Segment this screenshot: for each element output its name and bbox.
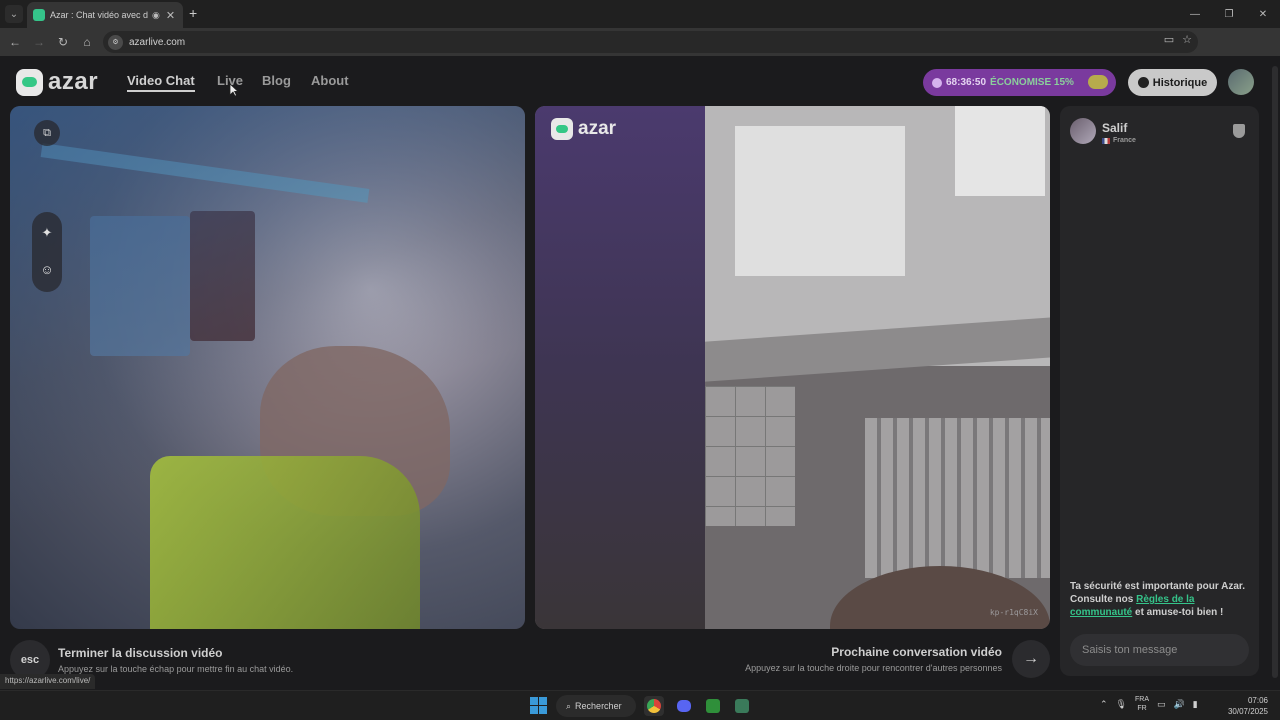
remote-video: azar kp-r1qC8iX [535, 106, 1050, 629]
nav-about[interactable]: About [311, 73, 349, 88]
video-scene-glass [955, 106, 1045, 196]
site-info-icon[interactable]: ⚙ [108, 34, 123, 50]
nav-blog[interactable]: Blog [262, 73, 291, 88]
azar-logo-icon [16, 68, 43, 96]
remote-user-id: kp-r1qC8iX [989, 608, 1038, 617]
browser-toolbar: ← → ↻ ⌂ ⚙ azarlive.com ▭ ☆ ≡ ⋮ [0, 28, 1280, 76]
taskbar-clock[interactable]: 07:06 30/07/2025 [1228, 695, 1268, 717]
end-chat-subtitle: Appuyez sur la touche échap pour mettre … [58, 664, 294, 674]
clock-time: 07:06 [1247, 696, 1268, 705]
logo-text: azar [48, 68, 99, 95]
network-icon[interactable]: ▭ [1157, 699, 1166, 710]
france-flag-icon [1102, 137, 1110, 144]
microphone-icon[interactable]: 🎙 [1116, 699, 1127, 710]
xbox-icon[interactable] [703, 696, 723, 716]
gem-icon [1088, 75, 1108, 89]
window-controls: — ❐ ✕ [1178, 0, 1280, 28]
site-header: azar Video Chat Live Blog About 68:36:50… [0, 56, 1270, 106]
tab-search-icon[interactable]: ⌄ [5, 5, 23, 23]
browser-tab[interactable]: Azar : Chat vidéo avec de n ◉ ✕ [27, 2, 183, 28]
local-video: ⧉ ✦ ☺ [10, 106, 525, 629]
next-chat-action: Prochaine conversation vidéo Appuyez sur… [700, 640, 1050, 678]
volume-icon[interactable]: 🔊 [1174, 699, 1185, 710]
home-icon[interactable]: ⌂ [75, 30, 99, 54]
url-text: azarlive.com [129, 36, 186, 48]
system-tray: ⌃ 🎙 FRA FR ▭ 🔊 ▮ [1100, 695, 1198, 713]
back-icon[interactable]: ← [3, 30, 27, 54]
partner-name: Salif [1102, 121, 1128, 135]
recording-icon: ◉ [152, 9, 160, 20]
address-bar[interactable]: ⚙ azarlive.com ▭ ☆ [103, 31, 1198, 53]
safety-notice: Ta sécurité est importante pour Azar. Co… [1070, 580, 1252, 619]
windows-start-icon[interactable] [530, 697, 547, 714]
azar-logo[interactable]: azar [16, 68, 98, 96]
swap-view-icon[interactable]: ⧉ [34, 120, 60, 146]
remote-video-watermark: azar [551, 118, 616, 140]
effects-toolbar: ✦ ☺ [32, 212, 62, 292]
face-mask-icon[interactable]: ☺ [38, 260, 56, 278]
language-indicator[interactable]: FRA FR [1135, 695, 1149, 713]
battery-icon[interactable]: ▮ [1193, 699, 1198, 710]
sparkle-effects-icon[interactable]: ✦ [38, 224, 56, 242]
windows-taskbar: ⌕ Rechercher ⌃ 🎙 FRA FR ▭ 🔊 ▮ 07:06 30/07… [0, 690, 1280, 720]
chrome-icon[interactable] [644, 696, 664, 716]
promo-banner[interactable]: 68:36:50 ÉCONOMISE 15% [923, 69, 1116, 96]
forward-icon[interactable]: → [27, 30, 51, 54]
page-scrollbar[interactable] [1270, 56, 1280, 690]
video-scene-glass [735, 126, 905, 276]
nav-video-chat[interactable]: Video Chat [127, 73, 195, 92]
next-chat-arrow-icon[interactable]: → [1012, 640, 1050, 678]
video-scene-radiator [865, 418, 1050, 578]
tab-title: Azar : Chat vidéo avec de n [50, 10, 148, 20]
azar-favicon-icon [33, 9, 45, 21]
end-chat-title: Terminer la discussion vidéo [58, 646, 223, 660]
history-label: Historique [1152, 76, 1208, 89]
page-content: azar Video Chat Live Blog About 68:36:50… [0, 56, 1280, 690]
partner-country: France [1102, 137, 1136, 144]
reload-icon[interactable]: ↻ [51, 30, 75, 54]
next-chat-title: Prochaine conversation vidéo [831, 645, 1002, 659]
clock-icon [1137, 77, 1149, 88]
new-tab-icon[interactable]: + [189, 5, 197, 21]
video-scene-person [535, 106, 705, 629]
video-scene-shirt [150, 456, 420, 629]
chat-message-input[interactable]: Saisis ton message [1070, 634, 1249, 666]
azar-app-icon[interactable] [732, 696, 752, 716]
bookmark-star-icon[interactable]: ☆ [1182, 33, 1192, 46]
next-chat-subtitle: Appuyez sur la touche droite pour rencon… [745, 663, 1002, 673]
search-icon: ⌕ [566, 700, 572, 711]
chevron-up-icon[interactable]: ⌃ [1100, 699, 1108, 710]
minimize-icon[interactable]: — [1178, 0, 1212, 28]
partner-country-label: France [1113, 137, 1136, 144]
report-shield-icon[interactable] [1233, 124, 1245, 138]
taskbar-search-label: Rechercher [575, 701, 622, 711]
partner-avatar[interactable] [1070, 118, 1096, 144]
cast-icon[interactable]: ▭ [1164, 33, 1174, 46]
promo-text: ÉCONOMISE 15% [990, 77, 1074, 88]
mouse-pointer-icon [229, 83, 239, 97]
timer-icon [932, 77, 942, 88]
maximize-icon[interactable]: ❐ [1212, 0, 1246, 28]
watermark-text: azar [578, 118, 617, 139]
chat-panel: Salif France Ta sécurité est importante … [1060, 106, 1259, 676]
close-window-icon[interactable]: ✕ [1246, 0, 1280, 28]
browser-titlebar: ⌄ Azar : Chat vidéo avec de n ◉ ✕ + — ❐ … [0, 0, 1280, 28]
promo-timer: 68:36:50 [946, 77, 987, 88]
browser-status-url: https://azarlive.com/live/ [0, 674, 96, 689]
history-button[interactable]: Historique [1128, 69, 1217, 96]
clock-date: 30/07/2025 [1227, 707, 1268, 716]
azar-logo-icon [551, 118, 573, 140]
taskbar-search[interactable]: ⌕ Rechercher [556, 695, 636, 717]
safety-text-end: et amuse-toi bien ! [1132, 607, 1224, 618]
tab-close-icon[interactable]: ✕ [166, 9, 175, 22]
user-avatar[interactable] [1228, 69, 1254, 95]
scrollbar-thumb[interactable] [1272, 66, 1278, 678]
discord-icon[interactable] [674, 696, 694, 716]
